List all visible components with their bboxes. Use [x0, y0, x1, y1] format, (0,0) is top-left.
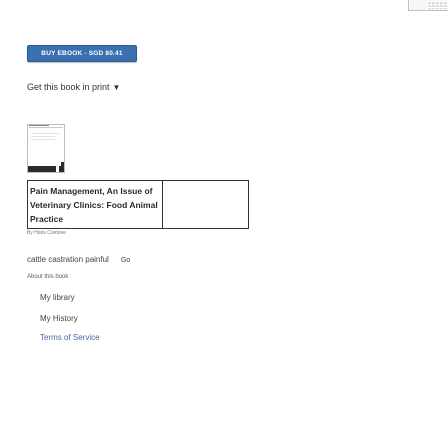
go-button[interactable]: Go	[121, 257, 130, 264]
book-title-line: Pain Management, An Issue of	[30, 186, 153, 196]
terms-of-service-link[interactable]: Terms of Service	[40, 333, 100, 342]
thumbnail-grid-icon	[427, 1, 448, 9]
search-in-book: cattle castration painful Go	[27, 255, 130, 264]
my-history-link[interactable]: My History	[40, 314, 78, 323]
get-print-label: Get this book in print	[27, 82, 110, 92]
about-this-book-link[interactable]: About this book	[27, 274, 68, 280]
buy-ebook-button[interactable]: BUY EBOOK - SGD 80.41	[27, 45, 137, 62]
cover-footer-gap	[56, 166, 59, 172]
book-author[interactable]: By Hans Coetzee	[27, 230, 66, 236]
thumbnail-strip[interactable]	[408, 0, 448, 11]
cover-footer-edge	[61, 162, 64, 172]
search-input[interactable]: cattle castration painful	[27, 255, 109, 264]
book-cover-thumbnail[interactable]	[27, 124, 65, 173]
book-title: Pain Management, An Issue of Veterinary …	[30, 184, 210, 226]
cover-text-line	[31, 133, 59, 134]
book-title-box[interactable]: Pain Management, An Issue of Veterinary …	[27, 180, 249, 229]
get-print-dropdown[interactable]: Get this book in print ▼	[27, 82, 120, 92]
cover-text-line	[31, 139, 57, 140]
book-panel: BUY EBOOK - SGD 80.41 Get this book in p…	[0, 0, 448, 448]
cover-text-line	[31, 136, 55, 137]
book-title-line: Veterinary Clinics: Food Animal	[30, 200, 158, 210]
cover-header-bar	[29, 125, 49, 126]
book-title-line: Practice	[30, 214, 64, 224]
chevron-down-icon: ▼	[112, 83, 121, 92]
cover-header-rule	[29, 127, 63, 128]
my-library-link[interactable]: My library	[40, 293, 75, 302]
